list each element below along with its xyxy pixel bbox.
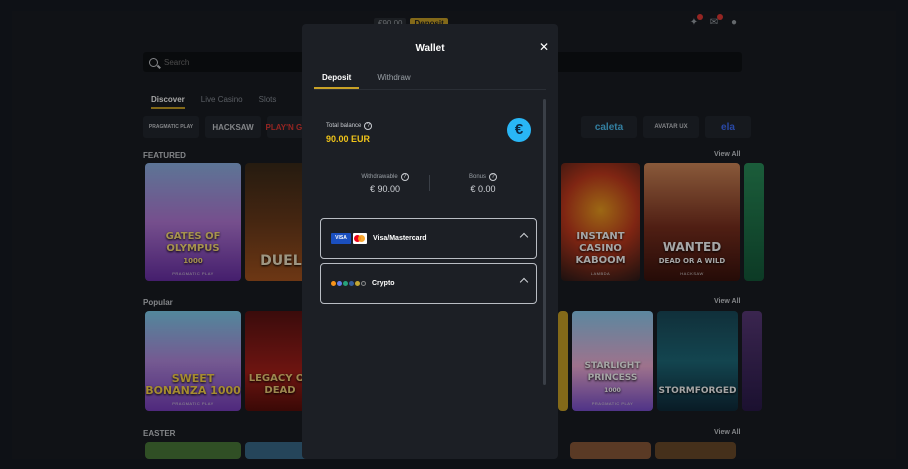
crypto-coins-icon: [331, 281, 366, 286]
total-balance-value: 90.00 EUR: [326, 134, 371, 144]
coin-icon: [331, 281, 336, 286]
tabs-divider: [314, 89, 546, 90]
withdrawable-label-row: Withdrawable ?: [340, 173, 430, 181]
wallet-tabs: Deposit Withdraw: [314, 73, 419, 89]
bonus-balance: Bonus ? € 0.00: [438, 173, 528, 194]
payment-method-label: Visa/Mastercard: [373, 235, 427, 242]
tab-withdraw[interactable]: Withdraw: [369, 73, 418, 89]
info-icon[interactable]: ?: [489, 173, 497, 181]
coin-icon: [361, 281, 366, 286]
wallet-title: Wallet: [415, 43, 445, 54]
info-icon[interactable]: ?: [400, 173, 409, 181]
bonus-value: € 0.00: [470, 184, 496, 194]
total-balance-label-text: Total balance: [326, 123, 362, 129]
modal-scrollbar[interactable]: [543, 99, 546, 385]
coin-icon: [343, 281, 348, 286]
page: €90.00 Deposit ✦ ✉ ● Discover Live Casin…: [0, 0, 908, 469]
mastercard-icon: [353, 233, 367, 244]
coin-icon: [355, 281, 360, 286]
chevron-up-icon: [519, 232, 529, 242]
balance-divider: [429, 175, 430, 191]
close-icon[interactable]: ✕: [538, 41, 550, 53]
payment-method-crypto[interactable]: Crypto: [320, 263, 537, 304]
info-icon[interactable]: ?: [364, 122, 373, 130]
payment-method-visa-mastercard[interactable]: VISA Visa/Mastercard: [320, 218, 537, 259]
wallet-modal: Wallet ✕ Deposit Withdraw Total balance …: [302, 24, 558, 459]
bonus-label-row: Bonus ?: [438, 173, 528, 181]
withdrawable-label: Withdrawable: [361, 174, 398, 180]
tab-deposit[interactable]: Deposit: [314, 73, 360, 89]
total-balance-label: Total balance ?: [326, 122, 373, 130]
euro-icon: €: [507, 118, 531, 142]
coin-icon: [337, 281, 342, 286]
chevron-up-icon: [519, 277, 529, 287]
visa-icon: VISA: [331, 233, 351, 244]
bonus-label: Bonus: [468, 174, 486, 180]
withdrawable-value: € 90.00: [369, 184, 401, 194]
casino-app: €90.00 Deposit ✦ ✉ ● Discover Live Casin…: [12, 11, 896, 459]
withdrawable-balance: Withdrawable ? € 90.00: [340, 173, 430, 194]
coin-icon: [349, 281, 354, 286]
payment-method-label: Crypto: [372, 280, 395, 287]
